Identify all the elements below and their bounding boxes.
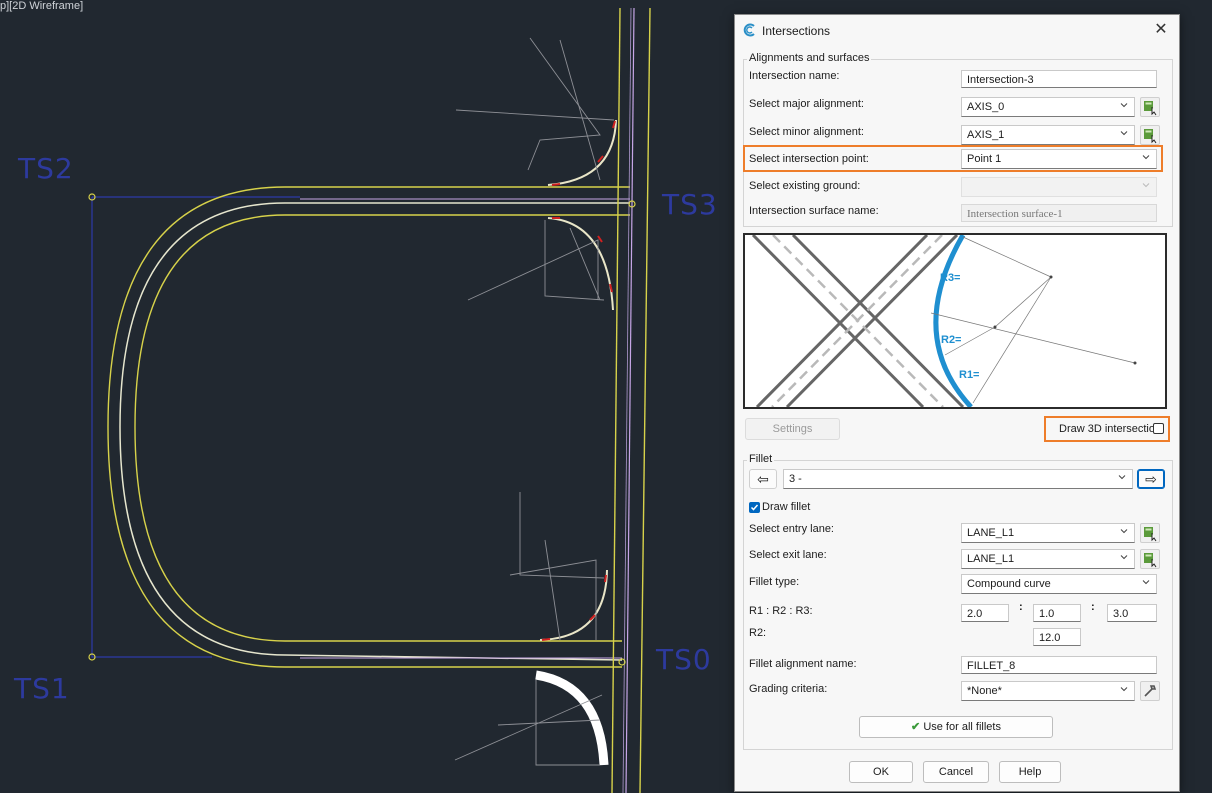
chevron-down-icon <box>1142 183 1150 188</box>
pick-from-drawing-icon <box>1144 101 1157 116</box>
preview-r2-label: R2= <box>941 334 962 346</box>
use-for-all-fillets-button[interactable]: ✔ Use for all fillets <box>859 716 1053 738</box>
wrench-icon <box>1144 685 1157 697</box>
draw-fillet-label: Draw fillet <box>762 501 811 513</box>
intersection-name-label: Intersection name: <box>749 70 840 82</box>
r2-radius-input[interactable]: 12.0 <box>1033 628 1081 646</box>
intersection-point-label: Select intersection point: <box>749 153 869 165</box>
fillet-type-label: Fillet type: <box>749 576 800 588</box>
entry-lane-value: LANE_L1 <box>967 527 1015 539</box>
draw-3d-checkbox[interactable] <box>1153 423 1164 434</box>
major-alignment-value: AXIS_0 <box>967 101 1005 113</box>
dialog-title: Intersections <box>762 24 831 38</box>
exit-lane-select[interactable]: LANE_L1 <box>961 549 1135 569</box>
r2-radius-label: R2: <box>749 627 767 639</box>
help-button[interactable]: Help <box>999 761 1061 783</box>
entry-lane-label: Select entry lane: <box>749 523 834 535</box>
surface-name-label: Intersection surface name: <box>749 205 879 217</box>
pick-from-drawing-icon <box>1144 527 1157 542</box>
minor-alignment-select[interactable]: AXIS_1 <box>961 125 1135 145</box>
checkmark-icon <box>750 504 759 511</box>
fillet-select-value: 3 - <box>789 473 802 485</box>
station-label-ts0: TS0 <box>656 643 712 676</box>
viewport-label[interactable]: p][2D Wireframe] <box>0 0 83 12</box>
pick-minor-alignment-button[interactable] <box>1140 125 1160 145</box>
surface-name-input[interactable]: Intersection surface-1 <box>961 204 1157 222</box>
fillet-group-title: Fillet <box>747 453 775 465</box>
existing-ground-select[interactable] <box>961 177 1157 197</box>
alignments-group-title: Alignments and surfaces <box>747 52 872 64</box>
minor-alignment-label: Select minor alignment: <box>749 126 864 138</box>
intersection-preview: R3= R2= R1= <box>743 233 1167 409</box>
next-fillet-button[interactable]: ⇨ <box>1137 469 1165 489</box>
grading-settings-button[interactable] <box>1140 681 1160 701</box>
checkmark-icon: ✔ <box>911 721 921 733</box>
pick-major-alignment-button[interactable] <box>1140 97 1160 117</box>
exit-lane-label: Select exit lane: <box>749 549 827 561</box>
fillet-type-value: Compound curve <box>967 578 1051 590</box>
ratio-separator: : <box>1019 601 1023 613</box>
ok-button[interactable]: OK <box>849 761 913 783</box>
pick-entry-lane-button[interactable] <box>1140 523 1160 543</box>
entry-lane-select[interactable]: LANE_L1 <box>961 523 1135 543</box>
previous-fillet-button[interactable]: ⇦ <box>749 469 777 489</box>
pick-exit-lane-button[interactable] <box>1140 549 1160 569</box>
draw-3d-label: Draw 3D intersection <box>1059 423 1162 435</box>
fillet-select[interactable]: 3 - <box>783 469 1133 489</box>
r1-ratio-input[interactable]: 2.0 <box>961 604 1009 622</box>
exit-lane-value: LANE_L1 <box>967 553 1015 565</box>
fillet-name-label: Fillet alignment name: <box>749 658 857 670</box>
preview-r1-label: R1= <box>959 369 980 381</box>
r3-ratio-input[interactable]: 3.0 <box>1107 604 1157 622</box>
major-alignment-label: Select major alignment: <box>749 98 864 110</box>
existing-ground-label: Select existing ground: <box>749 180 861 192</box>
chevron-down-icon <box>1120 555 1128 560</box>
intersections-dialog: Intersections ✕ Alignments and surfaces … <box>734 14 1180 792</box>
arrow-left-icon: ⇦ <box>757 471 769 487</box>
fillet-type-select[interactable]: Compound curve <box>961 574 1157 594</box>
draw-fillet-checkbox[interactable] <box>749 502 760 513</box>
station-label-ts1: TS1 <box>14 672 70 705</box>
intersection-point-select[interactable]: Point 1 <box>961 149 1157 169</box>
intersection-point-value: Point 1 <box>967 153 1002 165</box>
chevron-down-icon <box>1120 103 1128 108</box>
minor-alignment-value: AXIS_1 <box>967 129 1005 141</box>
grading-criteria-select[interactable]: *None* <box>961 681 1135 701</box>
intersection-preview-diagram: R3= R2= R1= <box>751 235 1137 407</box>
settings-button[interactable]: Settings <box>745 418 840 440</box>
cancel-button[interactable]: Cancel <box>923 761 989 783</box>
radius-ratio-label: R1 : R2 : R3: <box>749 605 813 617</box>
r2-ratio-input[interactable]: 1.0 <box>1033 604 1081 622</box>
chevron-down-icon <box>1120 529 1128 534</box>
arrow-right-icon: ⇨ <box>1145 471 1157 487</box>
dialog-titlebar[interactable]: Intersections ✕ <box>735 15 1179 45</box>
pick-from-drawing-icon <box>1144 129 1157 144</box>
app-logo-icon <box>743 23 755 37</box>
chevron-down-icon <box>1142 155 1150 160</box>
station-label-ts2: TS2 <box>18 152 74 185</box>
close-icon[interactable]: ✕ <box>1149 19 1173 41</box>
pick-from-drawing-icon <box>1144 553 1157 568</box>
chevron-down-icon <box>1120 131 1128 136</box>
ratio-separator: : <box>1091 601 1095 613</box>
grading-criteria-label: Grading criteria: <box>749 683 828 695</box>
grading-criteria-value: *None* <box>967 685 1002 697</box>
major-alignment-select[interactable]: AXIS_0 <box>961 97 1135 117</box>
station-label-ts3: TS3 <box>662 188 718 221</box>
chevron-down-icon <box>1142 580 1150 585</box>
preview-r3-label: R3= <box>940 272 961 284</box>
chevron-down-icon <box>1120 687 1128 692</box>
intersection-name-input[interactable]: Intersection-3 <box>961 70 1157 88</box>
fillet-name-input[interactable]: FILLET_8 <box>961 656 1157 674</box>
use-for-all-fillets-label: Use for all fillets <box>923 721 1001 733</box>
chevron-down-icon <box>1118 475 1126 480</box>
